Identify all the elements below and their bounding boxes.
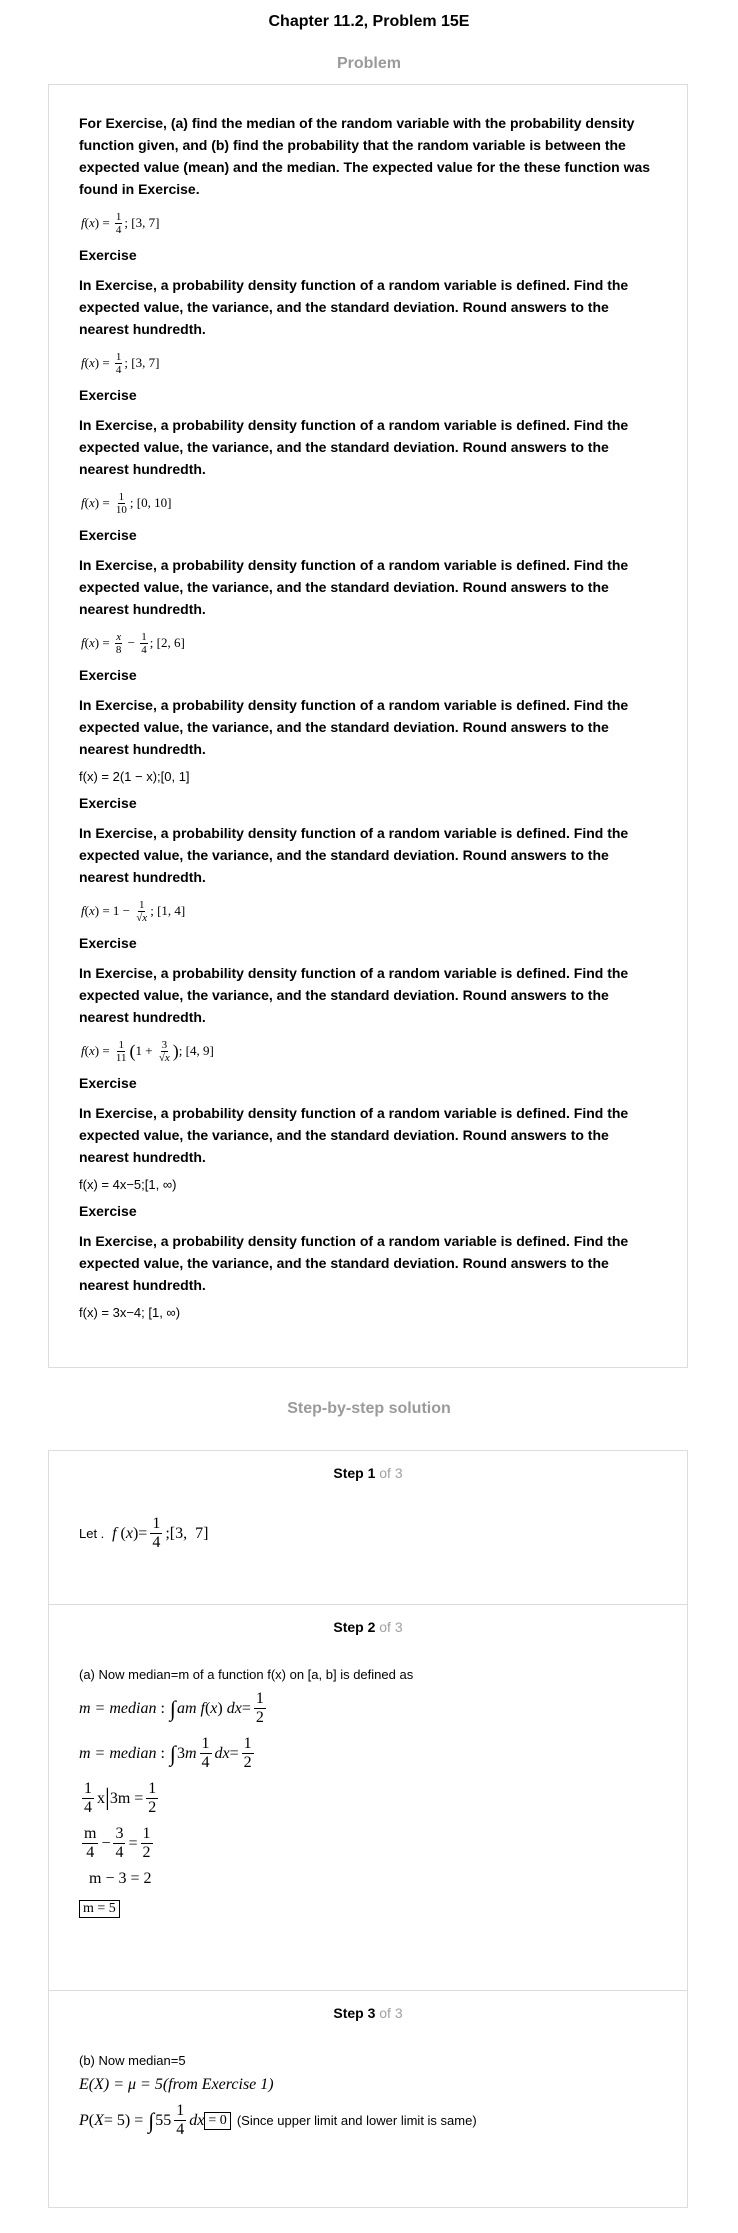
page-title: Chapter 11.2, Problem 15E (268, 13, 470, 30)
exercise-text: In Exercise, a probability density funct… (79, 965, 629, 1025)
problem-box: For Exercise, (a) find the median of the… (48, 84, 688, 1368)
step-3-probability: P(X = 5) = ∫ 5 5 1 4 dx = 0 (Since upper lim… (79, 2102, 477, 2138)
solution-heading: Step-by-step solution (287, 1400, 451, 1417)
step-1-box: Step 1 of 3 Let . f (x)= 1 4 ;[3, 7] (48, 1450, 688, 1605)
problem-heading: Problem (336, 55, 401, 72)
step-3-intro: (b) Now median=5 (79, 2053, 186, 2068)
step-2-box: Step 2 of 3 (a) Now median=m of a functi… (48, 1604, 688, 1991)
formula-6: f(x) = 1 11 (1 + 3 √x ); [4, 9] (81, 1038, 214, 1064)
exercise-label: Exercise (79, 1075, 137, 1091)
formula-3: f(x) = x8 − 1 4; [2, 6] (81, 630, 185, 656)
formula-1: f(x) = 1 4; [3, 7] (81, 350, 160, 376)
exercise-label: Exercise (79, 247, 137, 263)
formula-5: f(x) = 1 − 1 √x; [1, 4] (81, 898, 186, 924)
exercise-text: In Exercise, a probability density funct… (79, 277, 629, 337)
step-2-label: Step 2 of 3 (333, 1619, 403, 1635)
step-2-eq2: m = median : ∫ 3 m 1 4 dx = 12 (79, 1735, 254, 1771)
step-3-label: Step 3 of 3 (333, 2005, 403, 2021)
formula-4: f(x) = 2(1 − x);[0, 1] (79, 769, 190, 784)
formula-7: f(x) = 4x−5;[1, ∞) (79, 1177, 177, 1192)
formula-8: f(x) = 3x−4; [1, ∞) (79, 1305, 181, 1320)
step-2-eq3: 14x | 3 m = 12 (82, 1780, 159, 1816)
formula-2: f(x) = 1 10; [0, 10] (81, 490, 172, 516)
exercise-label: Exercise (79, 527, 137, 543)
step-2-result: m = 5 (79, 1900, 657, 1918)
exercise-text: In Exercise, a probability density funct… (79, 1105, 629, 1165)
exercise-text: In Exercise, a probability density funct… (79, 1233, 629, 1293)
step-2-eq5: m − 3 = 2 (89, 1870, 152, 1887)
exercise-label: Exercise (79, 387, 137, 403)
exercise-label: Exercise (79, 935, 137, 951)
exercise-text: In Exercise, a probability density funct… (79, 557, 629, 617)
step-2-eq1: m = median : ∫ a m f(x) dx = 12 (79, 1690, 266, 1726)
step-3-box: Step 3 of 3 (b) Now median=5 E(X) = μ = … (48, 1990, 688, 2208)
exercise-text: In Exercise, a probability density funct… (79, 417, 629, 477)
exercise-label: Exercise (79, 1203, 137, 1219)
exercise-label: Exercise (79, 667, 137, 683)
exercise-text: In Exercise, a probability density funct… (79, 825, 629, 885)
step-1-label: Step 1 of 3 (333, 1465, 403, 1481)
step-3-expected: E(X) = μ = 5(from Exercise 1) (79, 2076, 274, 2093)
step-2-intro: (a) Now median=m of a function f(x) on [… (79, 1667, 414, 1682)
exercise-text: In Exercise, a probability density funct… (79, 697, 629, 757)
problem-intro: For Exercise, (a) find the median of the… (79, 115, 651, 197)
step-2-eq4: m 4− 3 4 = 12 (82, 1825, 153, 1861)
exercise-label: Exercise (79, 795, 137, 811)
formula-0: f(x) = 1 4; [3, 7] (81, 210, 160, 236)
step-1-let: Let . f (x)= 1 4 ;[3, 7] (79, 1515, 209, 1551)
